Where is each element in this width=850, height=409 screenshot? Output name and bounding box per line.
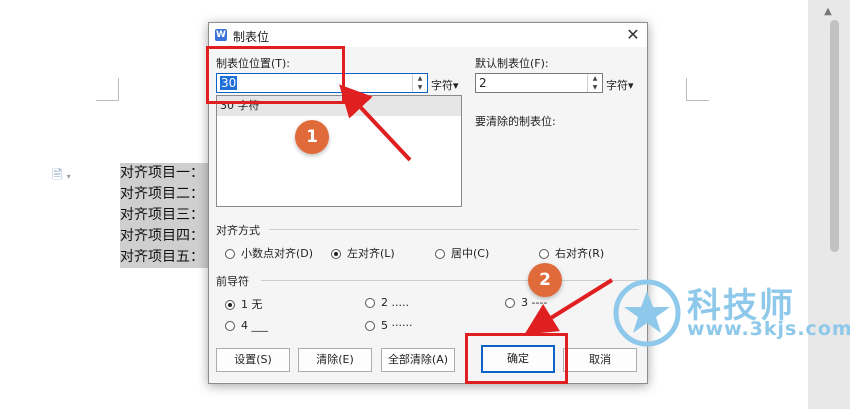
star-logo-icon	[613, 279, 681, 347]
watermark-url: www.3kjs.com	[687, 318, 850, 340]
annotation-arrows	[339, 84, 614, 335]
step-badge-1: 1	[295, 120, 329, 154]
arrow-to-tab-position	[339, 84, 412, 162]
step-badge-2: 2	[528, 263, 562, 297]
